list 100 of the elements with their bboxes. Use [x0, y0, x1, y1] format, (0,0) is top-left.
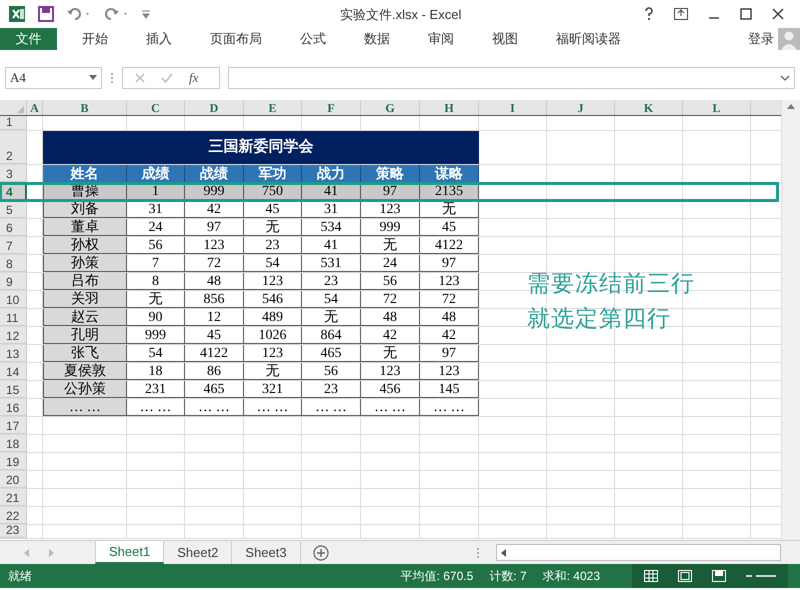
- row-header[interactable]: 6: [0, 219, 27, 236]
- ribbon-tab[interactable]: 审阅: [415, 28, 467, 50]
- row-header[interactable]: 14: [0, 363, 27, 380]
- table-cell: 999: [127, 327, 185, 344]
- normal-view-icon[interactable]: [644, 570, 658, 582]
- vertical-scrollbar[interactable]: [781, 100, 800, 540]
- name-cell: … …: [43, 399, 127, 416]
- row-header[interactable]: 12: [0, 327, 27, 344]
- row-header[interactable]: 21: [0, 489, 27, 506]
- scroll-left-icon[interactable]: [501, 548, 506, 556]
- row-header[interactable]: 17: [0, 417, 27, 434]
- column-header[interactable]: E: [244, 100, 302, 115]
- column-header[interactable]: K: [615, 100, 683, 115]
- table-cell: 23: [302, 273, 361, 290]
- table-cell: 24: [127, 219, 185, 236]
- row-header[interactable]: 15: [0, 381, 27, 398]
- expand-caret-icon[interactable]: [780, 74, 790, 80]
- table-cell: 97: [420, 345, 479, 362]
- page-break-icon[interactable]: [712, 570, 726, 582]
- table-cell: 56: [127, 237, 185, 254]
- column-heading: 成绩: [127, 165, 185, 182]
- zoom-slider-icon[interactable]: [746, 573, 776, 579]
- insert-function-button[interactable]: fx: [189, 68, 198, 88]
- row-header[interactable]: 18: [0, 435, 27, 452]
- close-icon[interactable]: [772, 8, 784, 20]
- row-header[interactable]: 4: [0, 183, 27, 200]
- ribbon-tab[interactable]: 开始: [69, 28, 121, 50]
- new-sheet-icon[interactable]: [312, 544, 329, 560]
- redo-icon[interactable]: [104, 6, 130, 22]
- formula-input[interactable]: [228, 66, 795, 88]
- help-icon[interactable]: [644, 7, 654, 21]
- table-cell: 123: [361, 201, 420, 218]
- scroll-up-icon[interactable]: [787, 104, 795, 109]
- undo-icon[interactable]: [66, 6, 92, 22]
- row-header[interactable]: 1: [0, 116, 27, 130]
- table-cell: 489: [244, 309, 302, 326]
- table-cell: 4122: [420, 237, 479, 254]
- row-header[interactable]: 20: [0, 471, 27, 488]
- customize-toolbar-icon[interactable]: [142, 9, 150, 19]
- row-header[interactable]: 8: [0, 255, 27, 272]
- table-cell: 72: [420, 291, 479, 308]
- status-text: 就绪: [8, 568, 32, 585]
- row-header[interactable]: 22: [0, 507, 27, 524]
- table-cell: 231: [127, 381, 185, 398]
- ribbon-tab[interactable]: 插入: [133, 28, 185, 50]
- dropdown-caret-icon[interactable]: [89, 75, 97, 80]
- table-cell: 无: [302, 309, 361, 326]
- name-cell: 孙权: [43, 237, 127, 254]
- table-cell: 72: [361, 291, 420, 308]
- name-cell: 夏侯敦: [43, 363, 127, 380]
- table-cell: 465: [302, 345, 361, 362]
- row-header[interactable]: 23: [0, 525, 27, 538]
- row-header[interactable]: 2: [0, 131, 27, 164]
- table-cell: 4122: [185, 345, 244, 362]
- row-header[interactable]: 9: [0, 273, 27, 290]
- row-header[interactable]: 19: [0, 453, 27, 470]
- column-header[interactable]: I: [479, 100, 547, 115]
- name-cell: 董卓: [43, 219, 127, 236]
- table-cell: 97: [361, 183, 420, 200]
- ribbon-tab[interactable]: 福昕阅读器: [543, 28, 634, 50]
- column-header[interactable]: A: [27, 100, 43, 115]
- table-cell: 2135: [420, 183, 479, 200]
- table-cell: 无: [361, 237, 420, 254]
- maximize-icon[interactable]: [740, 8, 752, 20]
- column-header[interactable]: L: [683, 100, 751, 115]
- row-header[interactable]: 16: [0, 399, 27, 416]
- name-box[interactable]: A4: [5, 66, 102, 88]
- row-header[interactable]: 11: [0, 309, 27, 326]
- row-header[interactable]: 7: [0, 237, 27, 254]
- ribbon-tab[interactable]: 页面布局: [197, 28, 275, 50]
- column-header[interactable]: B: [43, 100, 127, 115]
- table-cell: 24: [361, 255, 420, 272]
- row-header[interactable]: 3: [0, 165, 27, 182]
- ribbon-tab[interactable]: 视图: [479, 28, 531, 50]
- column-header[interactable]: H: [420, 100, 479, 115]
- sign-in-link[interactable]: 登录: [748, 29, 774, 49]
- column-header[interactable]: C: [127, 100, 185, 115]
- row-header[interactable]: 5: [0, 201, 27, 218]
- column-header[interactable]: F: [302, 100, 361, 115]
- column-header[interactable]: J: [547, 100, 615, 115]
- column-header[interactable]: G: [361, 100, 420, 115]
- table-cell: 123: [244, 273, 302, 290]
- column-header[interactable]: D: [185, 100, 244, 115]
- horizontal-scrollbar[interactable]: [496, 544, 781, 561]
- page-layout-icon[interactable]: [678, 570, 692, 582]
- ribbon-tab[interactable]: 公式: [287, 28, 339, 50]
- file-tab[interactable]: 文件: [0, 28, 57, 50]
- save-icon[interactable]: [38, 6, 54, 22]
- table-cell: 465: [185, 381, 244, 398]
- row-header[interactable]: 10: [0, 291, 27, 308]
- table-cell: 321: [244, 381, 302, 398]
- table-cell: 23: [244, 237, 302, 254]
- more-icon[interactable]: [110, 72, 114, 84]
- table-cell: 无: [361, 345, 420, 362]
- ribbon-display-icon[interactable]: [674, 8, 688, 20]
- row-header[interactable]: 13: [0, 345, 27, 362]
- ribbon-tab[interactable]: 数据: [351, 28, 403, 50]
- table-cell: 72: [185, 255, 244, 272]
- sheet-tab[interactable]: Sheet1: [95, 541, 164, 564]
- table-cell: 456: [361, 381, 420, 398]
